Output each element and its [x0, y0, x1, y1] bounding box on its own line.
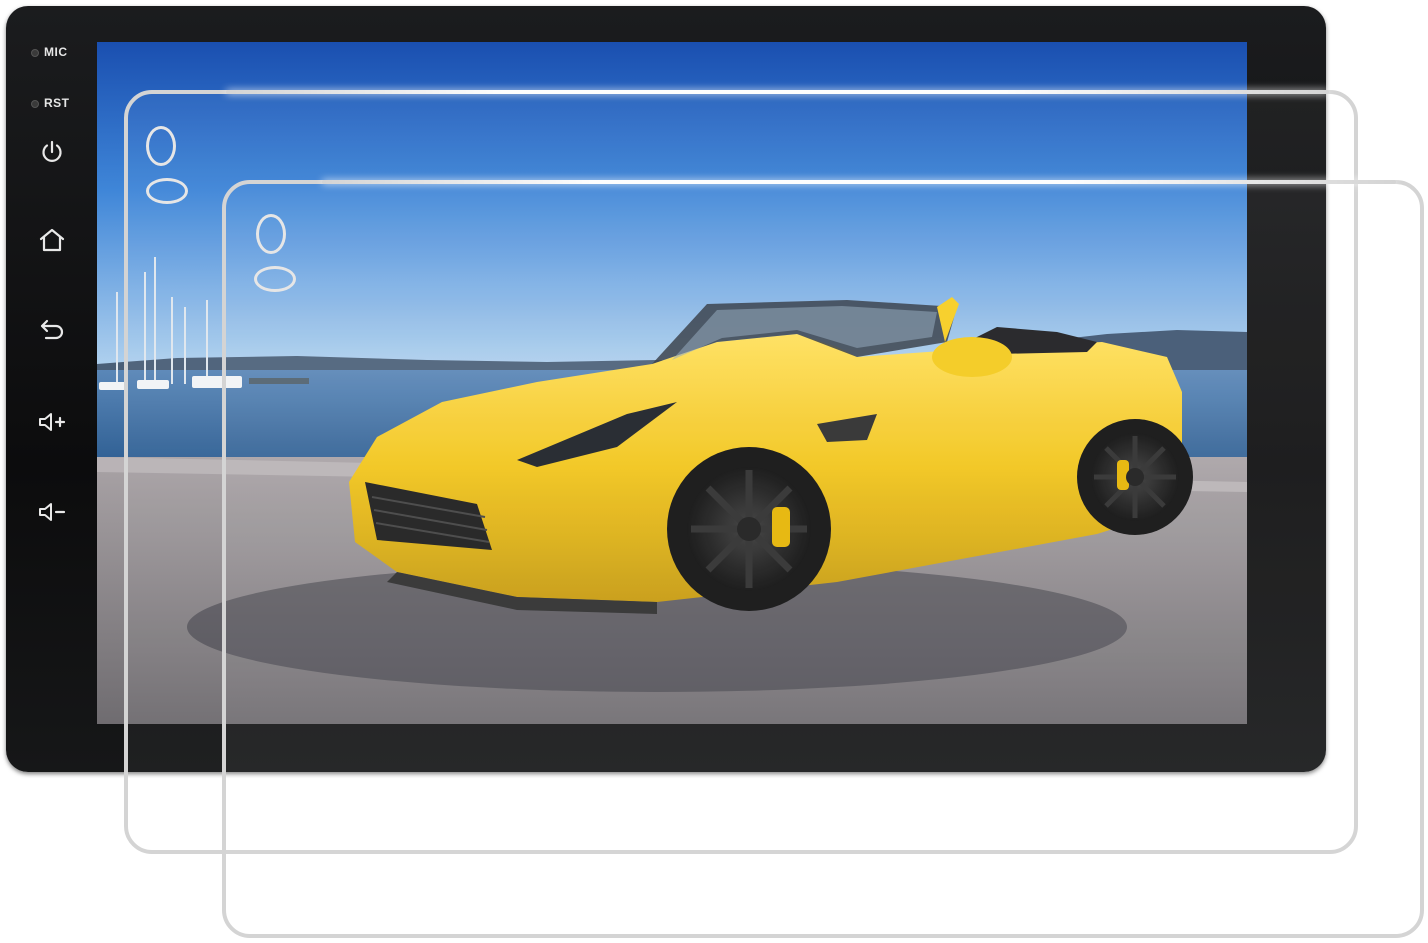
power-button[interactable]: [30, 130, 74, 174]
volume-up-icon: [39, 413, 66, 431]
film-2-cutout-top: [256, 214, 286, 254]
film-1-glare: [226, 90, 1330, 94]
screen-protector-film-2: [222, 180, 1424, 938]
reset-hole[interactable]: [31, 100, 39, 108]
volume-up-button[interactable]: [30, 400, 74, 444]
rst-label: RST: [44, 96, 70, 110]
back-button[interactable]: [30, 308, 74, 352]
back-icon: [40, 319, 64, 340]
film-2-cutout-bottom: [254, 266, 296, 292]
mic-hole: [31, 49, 39, 57]
film-2-glare: [321, 180, 1397, 184]
volume-down-button[interactable]: [30, 490, 74, 534]
film-1-cutout-top: [146, 126, 176, 166]
volume-down-icon: [39, 503, 66, 521]
home-icon: [39, 228, 65, 252]
home-button[interactable]: [30, 218, 74, 262]
mic-label: MIC: [44, 45, 68, 59]
film-1-cutout-bottom: [146, 178, 188, 204]
power-icon: [42, 140, 62, 162]
